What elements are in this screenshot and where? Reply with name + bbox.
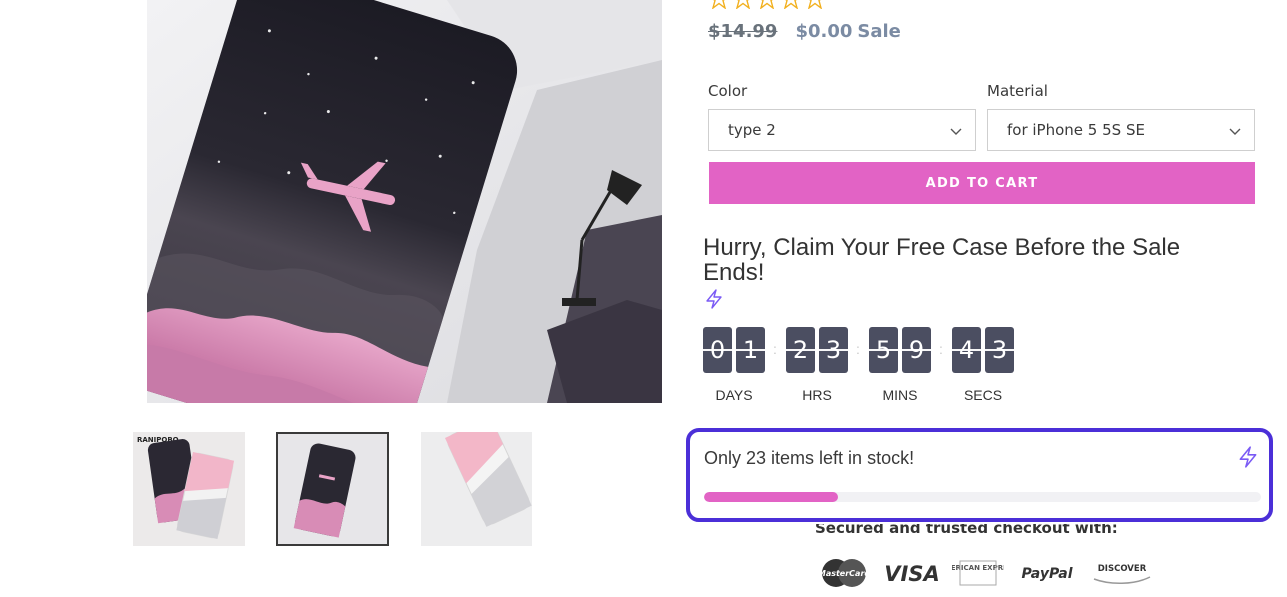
countdown-digit: 2: [786, 327, 815, 373]
countdown-digit: 9: [902, 327, 931, 373]
paypal-icon: PayPal: [1021, 566, 1072, 582]
countdown-heading: Hurry, Claim Your Free Case Before the S…: [703, 234, 1181, 286]
countdown-minutes-label: MINS: [882, 387, 918, 403]
countdown-separator: :: [856, 341, 860, 357]
amex-icon: AMERICAN EXPRESS: [952, 560, 1004, 586]
countdown-digit: 0: [703, 327, 732, 373]
countdown-digit: 3: [819, 327, 848, 373]
countdown-digit: 1: [736, 327, 765, 373]
countdown-digit: 3: [985, 327, 1014, 373]
countdown-separator: :: [939, 341, 943, 357]
countdown-digit: 4: [952, 327, 981, 373]
star-icon: [760, 0, 774, 9]
discover-icon: DISCOVER: [1093, 564, 1151, 584]
chevron-down-icon: [950, 128, 962, 135]
stock-alert-box: Only 23 items left in stock!: [686, 428, 1273, 522]
sale-label: Sale: [857, 21, 901, 42]
lightning-bolt-icon: [706, 289, 722, 309]
color-select[interactable]: type 2: [708, 109, 976, 151]
star-icon: [736, 0, 750, 9]
chevron-down-icon: [1229, 128, 1241, 135]
star-icon: [712, 0, 726, 9]
color-select-value: type 2: [728, 121, 776, 139]
star-icon: [784, 0, 798, 9]
countdown-digit: 5: [869, 327, 898, 373]
star-icon: [808, 0, 822, 9]
sale-price: $0.00 Sale: [795, 21, 900, 42]
product-main-image[interactable]: [147, 0, 662, 403]
countdown-seconds-label: SECS: [963, 387, 1003, 403]
current-price: $0.00: [795, 21, 853, 42]
countdown-hours-label: HRS: [802, 387, 832, 403]
visa-icon: VISA: [886, 562, 938, 586]
mastercard-icon: MasterCard: [818, 559, 871, 587]
product-thumbnail-1[interactable]: RANIPOBO: [133, 432, 245, 546]
material-option-label: Material: [987, 82, 1048, 100]
color-option-label: Color: [708, 82, 748, 100]
stock-progress-fill: [704, 492, 838, 502]
svg-text:PayPal: PayPal: [1021, 566, 1072, 582]
svg-text:MasterCard: MasterCard: [818, 569, 871, 578]
stock-message: Only 23 items left in stock!: [704, 448, 915, 468]
material-select-value: for iPhone 5 5S SE: [1007, 121, 1145, 139]
rating-stars: [709, 0, 825, 9]
material-select[interactable]: for iPhone 5 5S SE: [987, 109, 1255, 151]
lightning-bolt-icon: [1239, 446, 1257, 468]
countdown-days-label: DAYS: [715, 387, 753, 403]
add-to-cart-button[interactable]: ADD TO CART: [709, 162, 1255, 204]
stock-progress-bar: [704, 492, 1261, 502]
product-thumbnail-2-selected[interactable]: [276, 432, 389, 546]
product-thumbnail-3[interactable]: [421, 432, 532, 546]
price-row: $14.99 $0.00 Sale: [708, 21, 901, 42]
countdown-separator: :: [773, 341, 777, 357]
payment-icons: MasterCard VISA AMERICAN EXPRESS PayPal …: [816, 556, 1154, 590]
svg-text:VISA: VISA: [886, 562, 938, 586]
compare-at-price: $14.99: [708, 21, 778, 42]
svg-text:DISCOVER: DISCOVER: [1098, 564, 1147, 574]
